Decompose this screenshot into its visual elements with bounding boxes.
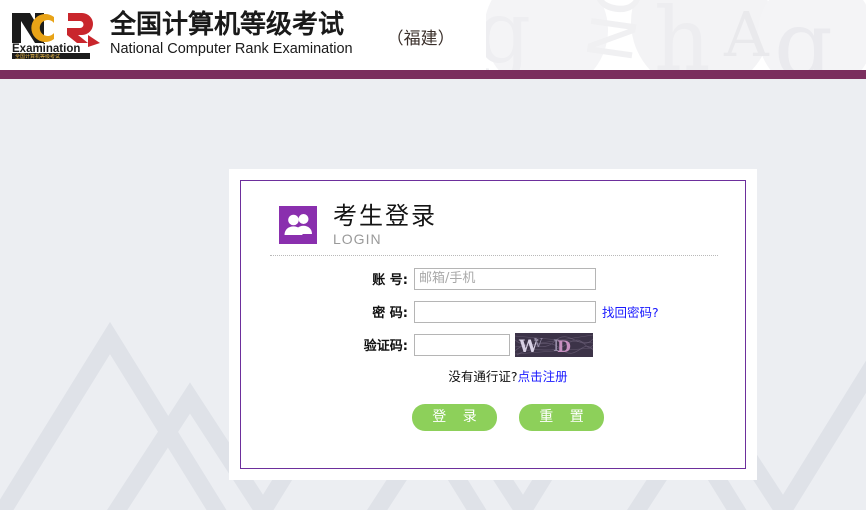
ncre-logo[interactable]: Examination 全国计算机等级考试 [10, 11, 102, 59]
login-card: 考生登录 LOGIN 账 号: 密 码: 找回密码? 验证码: [229, 169, 757, 480]
password-row: 密 码: 找回密码? [241, 300, 745, 323]
account-row: 账 号: [241, 267, 745, 290]
register-link[interactable]: 点击注册 [518, 369, 568, 384]
form-buttons: 登 录 重 置 [241, 404, 745, 431]
reset-button[interactable]: 重 置 [519, 404, 604, 431]
login-title-en: LOGIN [333, 231, 382, 247]
login-card-header: 考生登录 LOGIN [241, 181, 745, 246]
password-input[interactable] [414, 300, 596, 323]
header-title-group: 全国计算机等级考试 National Computer Rank Examina… [110, 12, 353, 57]
login-card-inner: 考生登录 LOGIN 账 号: 密 码: 找回密码? 验证码: [240, 180, 746, 469]
svg-text:全国计算机等级考试: 全国计算机等级考试 [15, 53, 60, 59]
svg-text:V: V [533, 336, 543, 350]
register-row: 没有通行证?点击注册 [241, 366, 745, 385]
captcha-label: 验证码: [363, 339, 408, 354]
login-title-cn: 考生登录 [333, 202, 437, 230]
account-label: 账 号: [372, 273, 408, 288]
users-icon [279, 206, 317, 244]
account-input[interactable] [414, 267, 596, 290]
password-label: 密 码: [372, 306, 408, 321]
site-title-en: National Computer Rank Examination [110, 40, 353, 57]
svg-text:I: I [553, 336, 559, 355]
header-divider-bar [0, 70, 866, 79]
captcha-input[interactable] [414, 333, 510, 356]
region-label: （福建） [386, 28, 455, 49]
captcha-row: 验证码: W V D I [241, 332, 745, 357]
register-prompt: 没有通行证? [448, 369, 518, 384]
forgot-password-link[interactable]: 找回密码? [602, 302, 659, 321]
login-submit-button[interactable]: 登 录 [412, 404, 497, 431]
site-header: g h NCRE TEST SYS A g [0, 0, 866, 70]
captcha-image[interactable]: W V D I [515, 332, 593, 357]
site-title-cn: 全国计算机等级考试 [110, 9, 345, 40]
login-form: 账 号: 密 码: 找回密码? 验证码: [241, 256, 745, 431]
